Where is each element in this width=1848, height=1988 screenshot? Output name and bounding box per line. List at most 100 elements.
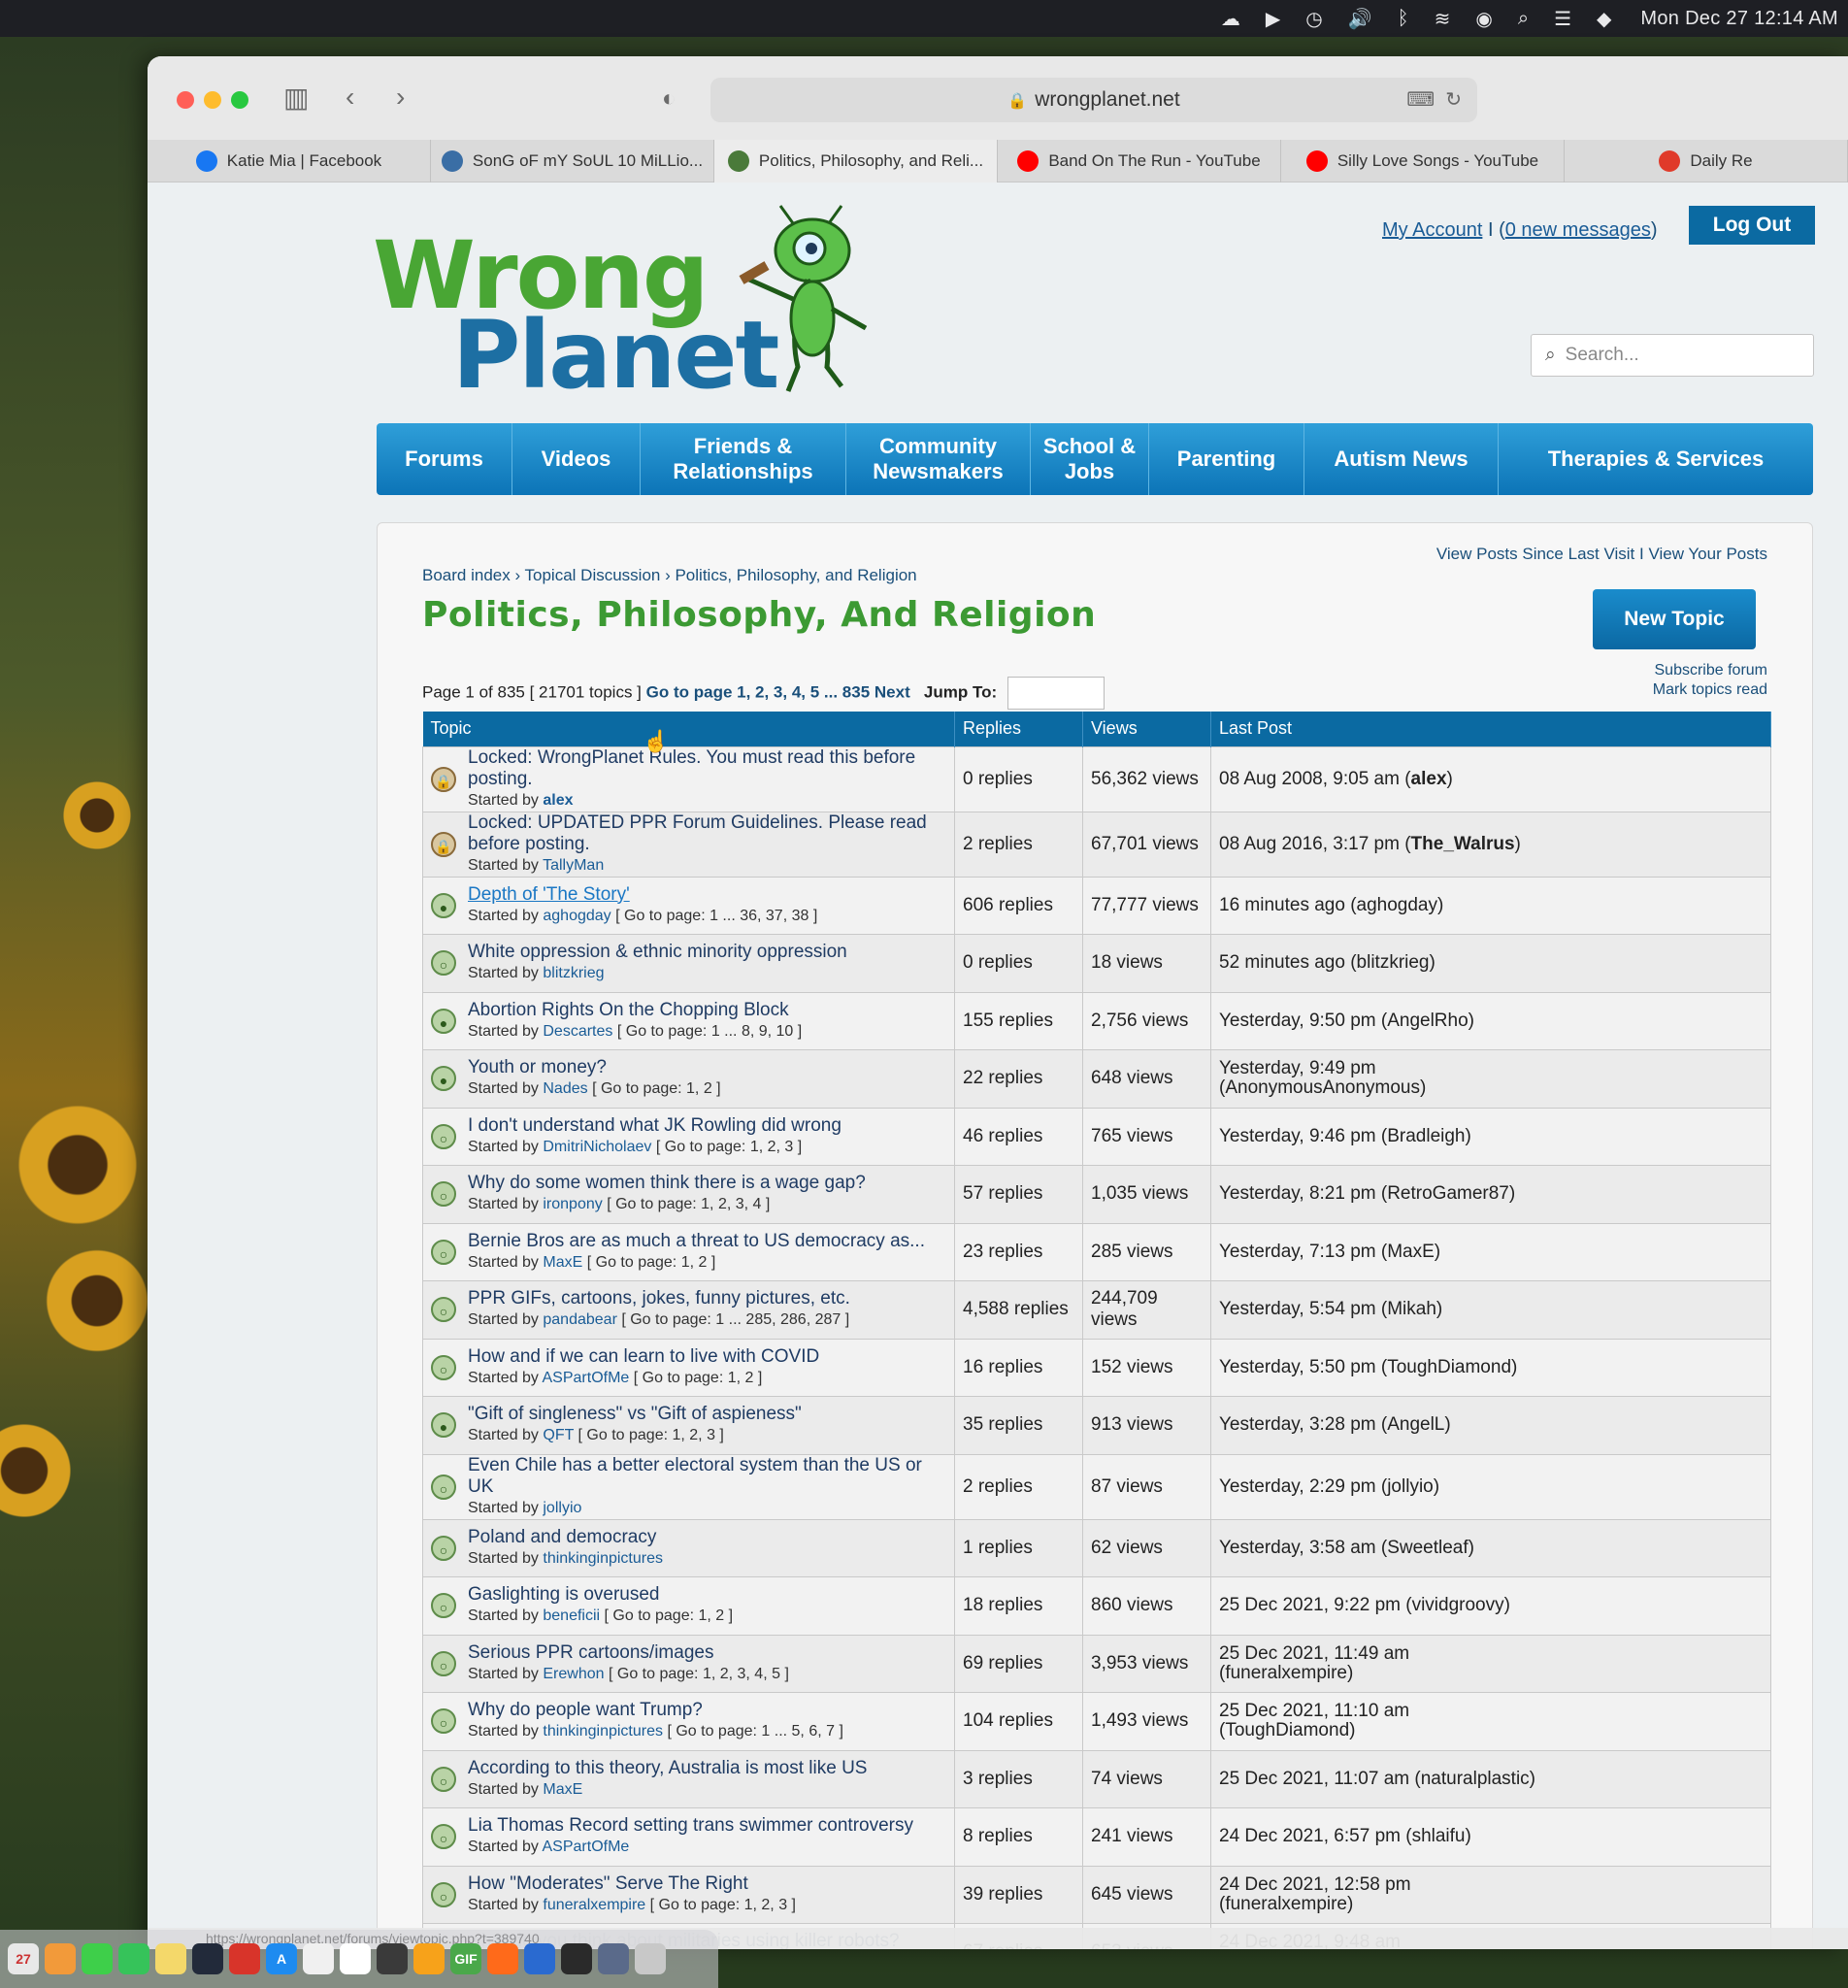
topic-author-link[interactable]: thinkinginpictures bbox=[543, 1723, 663, 1740]
topic-author-link[interactable]: Erewhon bbox=[543, 1666, 604, 1682]
topic-pages-links[interactable]: [ Go to page: 1, 2 ] bbox=[592, 1080, 721, 1097]
last-post-info[interactable]: Yesterday, 3:58 am (Sweetleaf) bbox=[1219, 1538, 1474, 1558]
user-icon[interactable]: ◉ bbox=[1475, 7, 1492, 31]
search-icon[interactable]: ⌕ bbox=[1518, 8, 1529, 30]
topic-author-link[interactable]: TallyMan bbox=[543, 857, 604, 874]
dock-app-icon[interactable]: GIF bbox=[450, 1943, 481, 1974]
last-post-info[interactable]: 25 Dec 2021, 11:49 am bbox=[1219, 1643, 1409, 1664]
topic-title-link[interactable]: Serious PPR cartoons/images bbox=[468, 1642, 789, 1664]
dock-app-icon[interactable] bbox=[82, 1943, 113, 1974]
breadcrumb[interactable]: Board index › Topical Discussion › Polit… bbox=[422, 566, 917, 585]
topic-title-link[interactable]: Locked: WrongPlanet Rules. You must read… bbox=[468, 747, 946, 790]
new-topic-button[interactable]: New Topic bbox=[1593, 589, 1756, 649]
topic-pages-links[interactable]: [ Go to page: 1, 2, 3, 4, 5 ] bbox=[609, 1666, 789, 1682]
dock-app-icon[interactable] bbox=[192, 1943, 223, 1974]
log-out-button[interactable]: Log Out bbox=[1689, 206, 1815, 245]
last-post-user[interactable]: (AnonymousAnonymous) bbox=[1219, 1077, 1426, 1098]
topic-title-link[interactable]: White oppression & ethnic minority oppre… bbox=[468, 942, 847, 963]
dock-app-icon[interactable] bbox=[377, 1943, 408, 1974]
jump-to-input[interactable] bbox=[1006, 677, 1105, 710]
nav-item[interactable]: Autism News bbox=[1304, 423, 1499, 495]
topic-pages-links[interactable]: [ Go to page: 1 ... 285, 286, 287 ] bbox=[621, 1311, 849, 1328]
mark-topics-read-link[interactable]: Mark topics read bbox=[1653, 680, 1767, 700]
last-post-info[interactable]: 24 Dec 2021, 12:58 pm bbox=[1219, 1874, 1411, 1895]
topic-title-link[interactable]: Poland and democracy bbox=[468, 1527, 663, 1548]
last-post-info[interactable]: Yesterday, 8:21 pm (RetroGamer87) bbox=[1219, 1183, 1515, 1204]
topic-title-link[interactable]: Youth or money? bbox=[468, 1057, 721, 1078]
nav-item[interactable]: School & Jobs bbox=[1031, 423, 1149, 495]
nav-item[interactable]: Parenting bbox=[1149, 423, 1304, 495]
forward-icon[interactable]: › bbox=[396, 82, 405, 113]
last-post-user[interactable]: (funeralxempire) bbox=[1219, 1663, 1353, 1683]
sidebar-toggle-icon[interactable]: ▥ bbox=[283, 82, 309, 114]
close-window-button[interactable] bbox=[177, 91, 194, 109]
siri-icon[interactable]: ◆ bbox=[1597, 7, 1611, 31]
topic-title-link[interactable]: Lia Thomas Record setting trans swimmer … bbox=[468, 1815, 913, 1837]
topic-author-link[interactable]: funeralxempire bbox=[543, 1897, 645, 1913]
dock-app-icon[interactable] bbox=[487, 1943, 518, 1974]
last-post-info[interactable]: 25 Dec 2021, 9:22 pm (vividgroovy) bbox=[1219, 1595, 1510, 1615]
dock-app-icon[interactable] bbox=[561, 1943, 592, 1974]
control-center-icon[interactable]: ☰ bbox=[1554, 7, 1571, 31]
dock-app-icon[interactable] bbox=[45, 1943, 76, 1974]
topic-author-link[interactable]: MaxE bbox=[543, 1254, 582, 1271]
nav-item[interactable]: Community Newsmakers bbox=[846, 423, 1031, 495]
topic-author-link[interactable]: aghogday bbox=[543, 908, 610, 924]
volume-icon[interactable]: 🔊 bbox=[1348, 7, 1372, 31]
topic-title-link[interactable]: Bernie Bros are as much a threat to US d… bbox=[468, 1231, 925, 1252]
topic-author-link[interactable]: ASPartOfMe bbox=[543, 1839, 630, 1855]
browser-tab[interactable]: Katie Mia | Facebook bbox=[148, 140, 431, 182]
address-bar[interactable]: 🔒 wrongplanet.net ⌨ ↻ bbox=[710, 78, 1477, 122]
last-post-user[interactable]: (funeralxempire) bbox=[1219, 1894, 1353, 1914]
dock-app-icon[interactable] bbox=[229, 1943, 260, 1974]
reload-icon[interactable]: ↻ bbox=[1445, 89, 1462, 111]
back-icon[interactable]: ‹ bbox=[346, 82, 354, 113]
browser-tab[interactable]: Silly Love Songs - YouTube bbox=[1281, 140, 1565, 182]
wifi-icon[interactable]: ≋ bbox=[1435, 7, 1451, 31]
dock-app-icon[interactable] bbox=[413, 1943, 445, 1974]
minimize-window-button[interactable] bbox=[204, 91, 221, 109]
last-post-info[interactable]: Yesterday, 5:54 pm (Mikah) bbox=[1219, 1299, 1442, 1319]
bluetooth-icon[interactable]: ᛒ bbox=[1398, 8, 1409, 30]
last-post-info[interactable]: Yesterday, 2:29 pm (jollyio) bbox=[1219, 1476, 1439, 1497]
topic-title-link[interactable]: "Gift of singleness" vs "Gift of aspiene… bbox=[468, 1404, 802, 1425]
topic-title-link[interactable]: Abortion Rights On the Chopping Block bbox=[468, 1000, 802, 1021]
topic-pages-links[interactable]: [ Go to page: 1, 2, 3 ] bbox=[656, 1139, 802, 1155]
topic-author-link[interactable]: blitzkrieg bbox=[543, 965, 604, 981]
topic-title-link[interactable]: Even Chile has a better electoral system… bbox=[468, 1455, 946, 1498]
topic-title-link[interactable]: Depth of 'The Story' bbox=[468, 884, 817, 906]
privacy-shield-icon[interactable]: ◐ bbox=[662, 85, 676, 113]
dock-app-icon[interactable] bbox=[524, 1943, 555, 1974]
nav-item[interactable]: Friends & Relationships bbox=[641, 423, 846, 495]
topic-title-link[interactable]: Why do some women think there is a wage … bbox=[468, 1173, 866, 1194]
topic-title-link[interactable]: I don't understand what JK Rowling did w… bbox=[468, 1115, 842, 1137]
topic-author-link[interactable]: QFT bbox=[543, 1427, 574, 1443]
wrongplanet-logo[interactable]: Wrong Planet bbox=[373, 221, 779, 415]
topic-author-link[interactable]: Nades bbox=[543, 1080, 587, 1097]
last-post-info[interactable]: 25 Dec 2021, 11:10 am bbox=[1219, 1701, 1409, 1721]
browser-tab[interactable]: Band On The Run - YouTube bbox=[998, 140, 1281, 182]
topic-pages-links[interactable]: [ Go to page: 1, 2 ] bbox=[587, 1254, 716, 1271]
last-post-info[interactable]: 24 Dec 2021, 6:57 pm (shlaifu) bbox=[1219, 1826, 1471, 1846]
topic-pages-links[interactable]: [ Go to page: 1 ... 8, 9, 10 ] bbox=[617, 1023, 802, 1040]
last-post-info[interactable]: Yesterday, 9:50 pm (AngelRho) bbox=[1219, 1011, 1474, 1031]
subscribe-forum-link[interactable]: Subscribe forum bbox=[1653, 661, 1768, 680]
topic-author-link[interactable]: Descartes bbox=[543, 1023, 612, 1040]
browser-tab[interactable]: SonG oF mY SoUL 10 MiLLio... bbox=[431, 140, 714, 182]
topic-pages-links[interactable]: [ Go to page: 1, 2, 3 ] bbox=[578, 1427, 724, 1443]
topic-pages-links[interactable]: [ Go to page: 1 ... 36, 37, 38 ] bbox=[615, 908, 817, 924]
topic-author-link[interactable]: thinkinginpictures bbox=[543, 1550, 663, 1567]
last-post-user[interactable]: (ToughDiamond) bbox=[1219, 1720, 1355, 1740]
last-post-info[interactable]: Yesterday, 5:50 pm (ToughDiamond) bbox=[1219, 1357, 1517, 1377]
dock-app-icon[interactable] bbox=[635, 1943, 666, 1974]
dock-app-icon[interactable] bbox=[118, 1943, 149, 1974]
topic-title-link[interactable]: PPR GIFs, cartoons, jokes, funny picture… bbox=[468, 1288, 850, 1309]
goto-page-links[interactable]: Go to page 1, 2, 3, 4, 5 ... 835 Next bbox=[646, 682, 910, 701]
last-post-info[interactable]: Yesterday, 9:49 pm bbox=[1219, 1058, 1376, 1078]
topic-pages-links[interactable]: [ Go to page: 1, 2 ] bbox=[605, 1607, 734, 1624]
dock-app-icon[interactable] bbox=[598, 1943, 629, 1974]
dock-app-icon[interactable] bbox=[340, 1943, 371, 1974]
topic-pages-links[interactable]: [ Go to page: 1 ... 5, 6, 7 ] bbox=[667, 1723, 842, 1740]
translate-icon[interactable]: ⌨ bbox=[1406, 89, 1435, 111]
zoom-window-button[interactable] bbox=[231, 91, 248, 109]
